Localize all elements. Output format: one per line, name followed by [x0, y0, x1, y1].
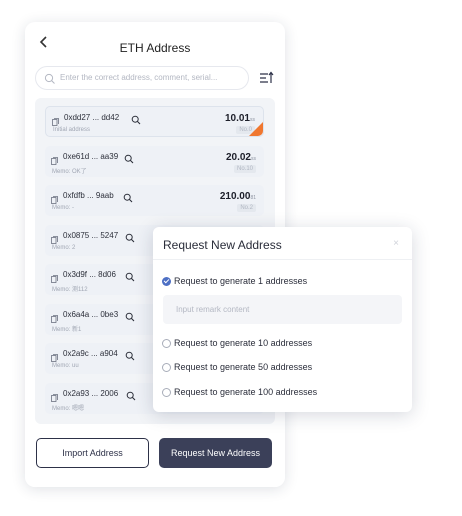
- search-icon[interactable]: [126, 388, 136, 400]
- option-label: Request to generate 100 addresses: [174, 387, 318, 397]
- copy-icon[interactable]: [51, 152, 58, 165]
- balance-amount: 210.0081: [220, 191, 256, 202]
- request-address-modal: Request New Address × Request to generat…: [153, 227, 412, 412]
- address-text: 0x3d9f ... 8d06: [63, 270, 116, 279]
- remark-placeholder: Input remark content: [176, 305, 250, 314]
- request-new-address-button[interactable]: Request New Address: [159, 438, 272, 468]
- memo-text: Initial address: [53, 127, 91, 133]
- search-icon[interactable]: [125, 269, 135, 282]
- search-placeholder: Enter the correct address, comment, seri…: [60, 73, 218, 82]
- page-title: ETH Address: [119, 41, 191, 55]
- amount-value: 210.00: [219, 191, 251, 202]
- address-list-item[interactable]: 0xfdfb ... 9aab Memo: - 210.0081 No.2: [45, 185, 264, 216]
- amount-value: 20.02: [225, 151, 251, 163]
- remark-input[interactable]: Input remark content: [163, 295, 402, 324]
- search-icon[interactable]: [125, 230, 135, 242]
- option-label: Request to generate 10 addresses: [174, 338, 313, 348]
- option-label: Request to generate 50 addresses: [174, 362, 313, 372]
- memo-text: Memo: OK了: [52, 168, 87, 175]
- address-text: 0xe61d ... aa39: [63, 151, 119, 161]
- copy-icon[interactable]: [51, 191, 58, 204]
- copy-icon[interactable]: [51, 231, 58, 244]
- footer: Import Address Request New Address: [25, 426, 285, 487]
- address-text: 0x2a9c ... a904: [63, 349, 118, 358]
- copy-icon[interactable]: [51, 310, 58, 323]
- modal-title: Request New Address: [163, 238, 282, 252]
- amount-value: 10.01: [224, 113, 250, 124]
- address-text: 0xdd27 ... dd42: [64, 113, 120, 122]
- close-icon[interactable]: ×: [393, 239, 399, 249]
- radio-icon[interactable]: [162, 363, 171, 372]
- search-icon[interactable]: [125, 348, 135, 361]
- search-icon[interactable]: [123, 190, 133, 203]
- serial-number-badge: No.10: [233, 164, 256, 173]
- address-text: 0x2a93 ... 2006: [63, 388, 119, 398]
- memo-text: Memo: -: [52, 205, 75, 211]
- divider: [153, 259, 412, 260]
- flag-corner-icon: [249, 122, 263, 136]
- sort-icon[interactable]: [259, 71, 274, 85]
- address-text: 0xfdfb ... 9aab: [63, 191, 114, 200]
- address-list-item[interactable]: 0xdd27 ... dd42 Initial address 10.01ss No.…: [45, 106, 264, 137]
- option-label: Request to generate 1 addresses: [174, 276, 308, 286]
- copy-icon[interactable]: [51, 270, 58, 283]
- memo-text: Memo: 新1: [52, 326, 82, 333]
- memo-text: Memo: 2: [52, 244, 76, 251]
- header: ETH Address: [25, 22, 285, 68]
- serial-number-badge: No.2: [237, 204, 256, 212]
- search-icon: [44, 72, 56, 84]
- import-address-button[interactable]: Import Address: [36, 438, 149, 468]
- search-icon[interactable]: [124, 151, 134, 163]
- search-input[interactable]: Enter the correct address, comment, seri…: [35, 66, 249, 90]
- memo-text: Memo: 测112: [52, 287, 88, 293]
- memo-text: Memo: uu: [52, 363, 79, 369]
- memo-text: Memo: 嗯嗯: [52, 405, 85, 412]
- copy-icon[interactable]: [51, 389, 58, 402]
- radio-icon[interactable]: [162, 388, 171, 397]
- radio-checked-icon[interactable]: [162, 277, 171, 286]
- amount-unit: ss: [251, 155, 256, 162]
- address-text: 0x6a4a ... 0be3: [63, 309, 119, 319]
- amount-unit: 81: [250, 195, 256, 201]
- search-icon[interactable]: [125, 309, 135, 321]
- search-icon[interactable]: [131, 112, 141, 125]
- address-list-item[interactable]: 0xe61d ... aa39 Memo: OK了 20.02ss No.10: [45, 145, 264, 177]
- address-text: 0x0875 ... 5247: [63, 230, 119, 240]
- balance-amount: 20.02ss: [226, 152, 256, 163]
- copy-icon[interactable]: [52, 113, 59, 126]
- radio-icon[interactable]: [162, 339, 171, 348]
- copy-icon[interactable]: [51, 349, 58, 362]
